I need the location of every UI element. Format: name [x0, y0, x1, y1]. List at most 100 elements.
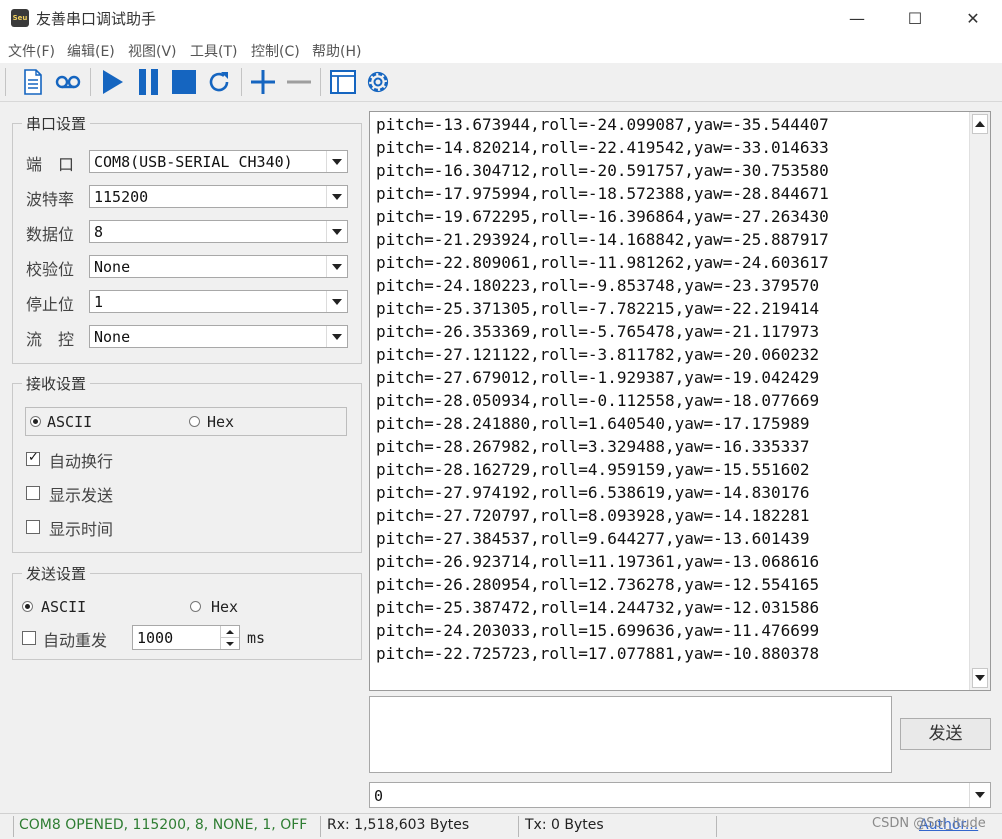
interval-value: 1000 [137, 629, 174, 647]
chevron-down-icon[interactable] [969, 783, 990, 807]
databits-select[interactable]: 8 [89, 220, 348, 243]
wordwrap-checkbox[interactable] [26, 450, 40, 466]
port-value: COM8(USB-SERIAL CH340) [94, 153, 293, 171]
tx-count: Tx: 0 Bytes [525, 817, 604, 833]
receive-line: pitch=-28.162729,roll=4.959159,yaw=-15.5… [376, 460, 810, 479]
receive-ascii-label: ASCII [47, 413, 93, 431]
send-hex-radio[interactable] [190, 601, 201, 612]
send-ascii-label: ASCII [41, 598, 87, 616]
window-icon[interactable] [328, 67, 358, 97]
receive-line: pitch=-17.975994,roll=-18.572388,yaw=-28… [376, 184, 829, 203]
port-status: COM8 OPENED, 115200, 8, NONE, 1, OFF [19, 817, 308, 833]
port-select[interactable]: COM8(USB-SERIAL CH340) [89, 150, 348, 173]
port-label: 端 口 [26, 155, 75, 174]
receive-line: pitch=-26.280954,roll=12.736278,yaw=-12.… [376, 575, 820, 594]
title-bar: Seu 友善串口调试助手 — ☐ ✕ [0, 0, 1002, 37]
send-text-area[interactable] [369, 696, 892, 773]
databits-value: 8 [94, 223, 104, 241]
parity-select[interactable]: None [89, 255, 348, 278]
send-hex-label: Hex [211, 598, 239, 616]
receive-line: pitch=-27.720797,roll=8.093928,yaw=-14.1… [376, 506, 810, 525]
wordwrap-label: 自动换行 [49, 452, 114, 471]
scroll-up-icon[interactable] [972, 114, 988, 134]
receive-hex-label: Hex [207, 413, 235, 431]
pause-icon[interactable] [134, 67, 164, 97]
menu-tools[interactable]: 工具(T) [190, 41, 237, 61]
menu-file[interactable]: 文件(F) [8, 41, 55, 61]
receive-settings-group: 接收设置 ASCII Hex 自动换行 显示发送 显示时间 [12, 373, 362, 553]
status-divider [518, 816, 519, 837]
scroll-down-icon[interactable] [972, 668, 988, 688]
gear-icon[interactable] [363, 67, 393, 97]
receive-hex-radio[interactable] [189, 416, 200, 427]
parity-label: 校验位 [26, 260, 75, 279]
toolbar-separator [320, 68, 321, 96]
serial-settings-group: 串口设置 端 口 COM8(USB-SERIAL CH340) 波特率 1152… [12, 113, 362, 364]
receive-ascii-radio[interactable] [30, 416, 41, 427]
stopbits-label: 停止位 [26, 295, 75, 314]
menu-edit[interactable]: 编辑(E) [67, 41, 115, 61]
flowcontrol-select[interactable]: None [89, 325, 348, 348]
status-divider [13, 816, 14, 837]
close-button[interactable]: ✕ [944, 0, 1002, 37]
cassette-icon[interactable] [53, 67, 83, 97]
minus-icon[interactable] [284, 67, 314, 97]
show-send-label: 显示发送 [49, 486, 114, 505]
chevron-down-icon[interactable] [326, 186, 347, 207]
stepper-up-icon[interactable] [220, 626, 239, 638]
baud-select[interactable]: 115200 [89, 185, 348, 208]
menu-bar: 文件(F) 编辑(E) 视图(V) 工具(T) 控制(C) 帮助(H) [0, 37, 1002, 63]
receive-line: pitch=-22.725723,roll=17.077881,yaw=-10.… [376, 644, 820, 663]
stopbits-select[interactable]: 1 [89, 290, 348, 313]
show-time-checkbox[interactable] [26, 520, 40, 534]
receive-line: pitch=-27.974192,roll=6.538619,yaw=-14.8… [376, 483, 810, 502]
play-icon[interactable] [97, 67, 127, 97]
app-icon: Seu [11, 9, 29, 27]
send-button[interactable]: 发送 [900, 718, 991, 750]
plus-icon[interactable] [248, 67, 278, 97]
status-divider [716, 816, 717, 837]
stop-icon[interactable] [169, 67, 199, 97]
window-title: 友善串口调试助手 [36, 10, 157, 28]
receive-line: pitch=-16.304712,roll=-20.591757,yaw=-30… [376, 161, 829, 180]
receive-line: pitch=-24.203033,roll=15.699636,yaw=-11.… [376, 621, 820, 640]
chevron-down-icon[interactable] [326, 326, 347, 347]
parity-value: None [94, 258, 131, 276]
menu-view[interactable]: 视图(V) [128, 41, 177, 61]
menu-control[interactable]: 控制(C) [251, 41, 300, 61]
send-history-select[interactable]: 0 [369, 782, 991, 808]
maximize-button[interactable]: ☐ [886, 0, 944, 37]
menu-help[interactable]: 帮助(H) [312, 41, 361, 61]
chevron-down-icon[interactable] [326, 221, 347, 242]
receive-line: pitch=-27.384537,roll=9.644277,yaw=-13.6… [376, 529, 810, 548]
chevron-down-icon[interactable] [326, 256, 347, 277]
send-ascii-radio[interactable] [22, 601, 33, 612]
rx-count: Rx: 1,518,603 Bytes [327, 817, 470, 833]
receive-line: pitch=-28.241880,roll=1.640540,yaw=-17.1… [376, 414, 810, 433]
watermark: CSDN @Sol_itude [872, 816, 986, 831]
chevron-down-icon[interactable] [326, 291, 347, 312]
baud-value: 115200 [94, 188, 149, 206]
refresh-icon[interactable] [204, 67, 234, 97]
receive-text-area[interactable]: pitch=-13.673944,roll=-24.099087,yaw=-35… [369, 111, 991, 691]
receive-line: pitch=-28.050934,roll=-0.112558,yaw=-18.… [376, 391, 820, 410]
document-icon[interactable] [18, 67, 48, 97]
auto-resend-checkbox[interactable] [22, 631, 36, 645]
flowcontrol-label: 流 控 [26, 330, 75, 349]
status-bar: COM8 OPENED, 115200, 8, NONE, 1, OFF Rx:… [0, 813, 1002, 839]
stepper-down-icon[interactable] [220, 638, 239, 649]
serial-settings-title: 串口设置 [22, 113, 91, 134]
baud-label: 波特率 [26, 190, 75, 209]
receive-line: pitch=-24.180223,roll=-9.853748,yaw=-23.… [376, 276, 820, 295]
flowcontrol-value: None [94, 328, 131, 346]
show-time-label: 显示时间 [49, 520, 114, 539]
interval-stepper[interactable]: 1000 [132, 625, 240, 650]
receive-line: pitch=-26.353369,roll=-5.765478,yaw=-21.… [376, 322, 820, 341]
send-settings-title: 发送设置 [22, 563, 91, 584]
receive-scrollbar[interactable] [969, 112, 990, 690]
chevron-down-icon[interactable] [326, 151, 347, 172]
minimize-button[interactable]: — [828, 0, 886, 37]
receive-line: pitch=-26.923714,roll=11.197361,yaw=-13.… [376, 552, 820, 571]
toolbar-grip [5, 68, 6, 96]
show-send-checkbox[interactable] [26, 486, 40, 500]
